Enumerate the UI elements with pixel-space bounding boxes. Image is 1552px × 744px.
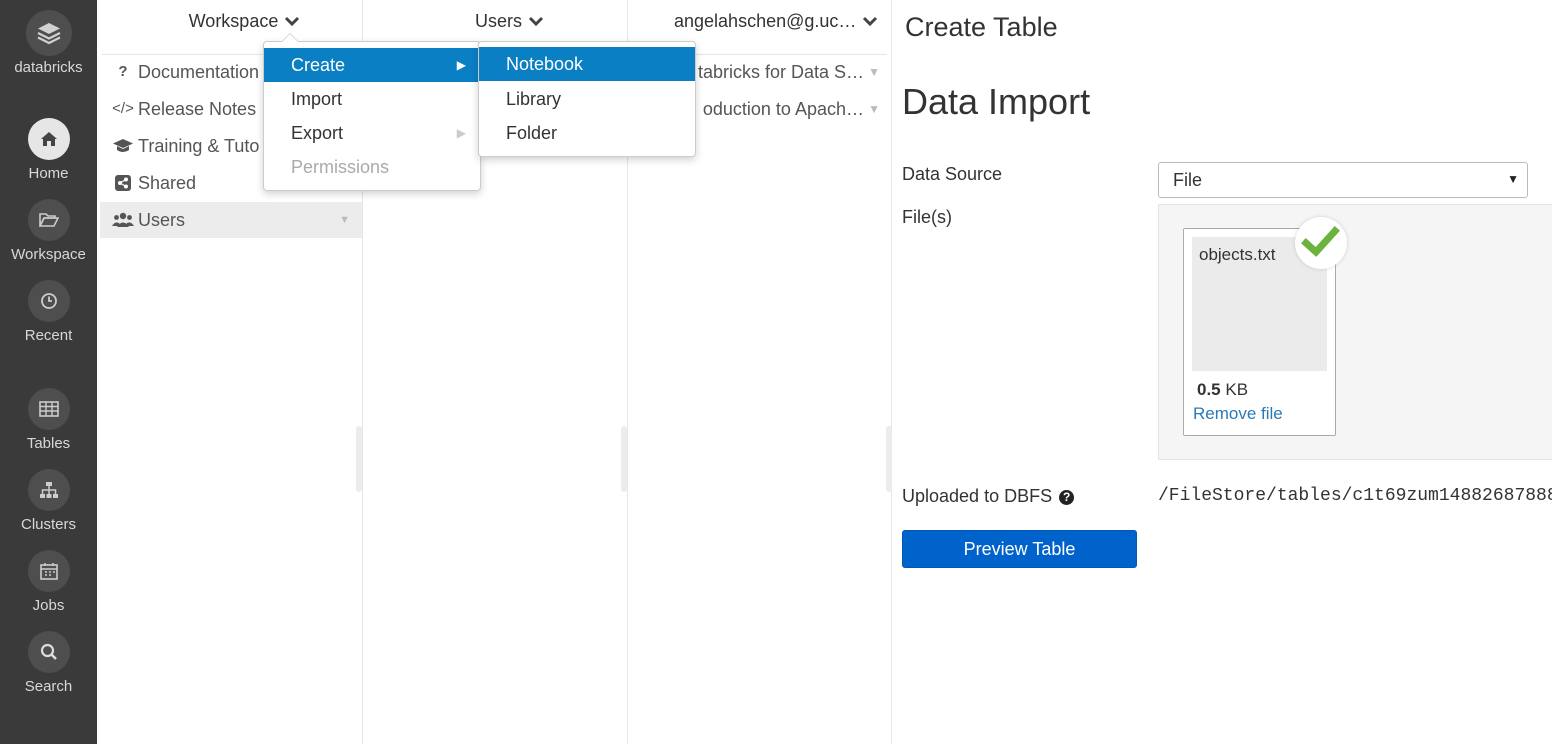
chevron-down-icon (285, 17, 300, 27)
menu-item-notebook[interactable]: Notebook (479, 47, 695, 81)
checkmark-icon (1301, 226, 1340, 257)
preview-table-button[interactable]: Preview Table (902, 530, 1137, 568)
layers-icon (37, 23, 60, 45)
graduation-cap-icon (112, 128, 134, 166)
tree-item-users[interactable]: Users ▼ (100, 202, 362, 238)
menu-item-permissions: Permissions (264, 150, 480, 184)
data-source-value: File (1173, 170, 1203, 190)
workspace-header-label: Workspace (188, 11, 279, 31)
menu-item-label: Export (291, 123, 344, 143)
code-icon: </> (112, 100, 134, 117)
users-header-label: Users (474, 11, 522, 31)
nav-search[interactable]: Search (0, 631, 97, 695)
nav-jobs-label: Jobs (32, 597, 65, 614)
list-item-label: oduction to Apach… (702, 99, 864, 119)
left-nav: databricks Home Workspace Recent Tables … (0, 0, 97, 744)
caret-right-icon: ▶ (456, 126, 466, 140)
nav-clusters-label: Clusters (20, 516, 76, 533)
data-source-label: Data Source (902, 164, 1003, 184)
file-size-value: 0.5 (1197, 380, 1221, 399)
file-size: 0.5 KB (1197, 380, 1248, 400)
users-icon (112, 202, 134, 240)
users-header[interactable]: Users (362, 0, 657, 42)
tree-item-label: Training & Tuto (138, 136, 260, 156)
menu-item-label: Library (506, 89, 562, 109)
files-label: File(s) (902, 207, 952, 227)
tree-item-label: Documentation (138, 62, 260, 82)
uploaded-dbfs-label: Uploaded to DBFS ? (902, 486, 1075, 507)
chevron-down-icon (528, 17, 544, 27)
nav-recent[interactable]: Recent (0, 280, 97, 344)
nav-workspace-label: Workspace (11, 246, 86, 263)
menu-item-label: Folder (506, 123, 558, 143)
menu-item-label: Notebook (506, 54, 584, 74)
nav-home[interactable]: Home (0, 118, 97, 182)
data-source-select[interactable]: File ▼ (1158, 162, 1528, 198)
tree-item-label: Users (138, 210, 186, 230)
clock-icon (40, 293, 57, 309)
logo-label: databricks (14, 59, 83, 76)
menu-pointer-fill (282, 34, 298, 42)
nav-jobs[interactable]: Jobs (0, 550, 97, 614)
context-menu: Create ▶ Import Export ▶ Permissions (263, 41, 481, 191)
create-submenu: Notebook Library Folder (478, 41, 696, 157)
menu-item-export[interactable]: Export ▶ (264, 116, 480, 150)
nav-tables-label: Tables (26, 435, 71, 452)
caret-right-icon: ▶ (456, 58, 466, 72)
folder-open-icon (38, 213, 59, 227)
remove-file-link[interactable]: Remove file (1193, 404, 1283, 424)
menu-item-import[interactable]: Import (264, 82, 480, 116)
nav-clusters[interactable]: Clusters (0, 469, 97, 533)
share-icon (112, 165, 134, 203)
nav-home-label: Home (28, 165, 69, 182)
page-title: Create Table (905, 12, 1058, 42)
menu-item-create[interactable]: Create ▶ (264, 48, 480, 82)
calendar-icon (39, 563, 58, 580)
workspace-header[interactable]: Workspace (97, 0, 392, 42)
table-icon (38, 401, 59, 417)
sitemap-icon (39, 482, 58, 498)
tree-item-label: Release Notes (138, 99, 257, 119)
menu-item-library[interactable]: Library (479, 82, 695, 116)
menu-item-folder[interactable]: Folder (479, 116, 695, 150)
question-circle-icon[interactable]: ? (1059, 490, 1075, 505)
caret-down-icon[interactable]: ▼ (339, 202, 350, 238)
menu-item-label: Permissions (291, 157, 390, 177)
file-name: objects.txt (1199, 245, 1276, 264)
caret-down-icon[interactable]: ▼ (868, 91, 880, 127)
dropdown-arrow-icon: ▼ (1507, 172, 1519, 186)
menu-item-label: Import (291, 89, 343, 109)
upload-success-badge (1295, 217, 1347, 269)
list-item-label: tabricks for Data S… (697, 62, 864, 82)
uploaded-dbfs-label-text: Uploaded to DBFS (902, 486, 1053, 506)
file-dropzone[interactable]: objects.txt 0.5 KB Remove file (1158, 204, 1552, 460)
user-folder-header-label: angelahschen@g.uc… (674, 11, 857, 31)
file-size-unit: KB (1225, 380, 1249, 399)
chevron-down-icon (863, 17, 878, 27)
nav-search-label: Search (24, 678, 73, 695)
nav-recent-label: Recent (24, 327, 73, 344)
tree-item-label: Shared (138, 173, 197, 193)
nav-workspace[interactable]: Workspace (0, 199, 97, 263)
search-icon (40, 643, 57, 660)
nav-tables[interactable]: Tables (0, 388, 97, 452)
uploaded-dbfs-path: /FileStore/tables/c1t69zum1488268788854 (1158, 486, 1552, 506)
question-icon: ? (118, 63, 128, 80)
section-title: Data Import (902, 81, 1091, 122)
column-resize-handle[interactable] (886, 426, 892, 492)
caret-down-icon[interactable]: ▼ (868, 54, 880, 90)
home-icon (40, 132, 57, 146)
menu-item-label: Create (291, 55, 346, 75)
databricks-logo[interactable]: databricks (0, 10, 97, 76)
user-folder-header[interactable]: angelahschen@g.uc… (660, 0, 890, 42)
